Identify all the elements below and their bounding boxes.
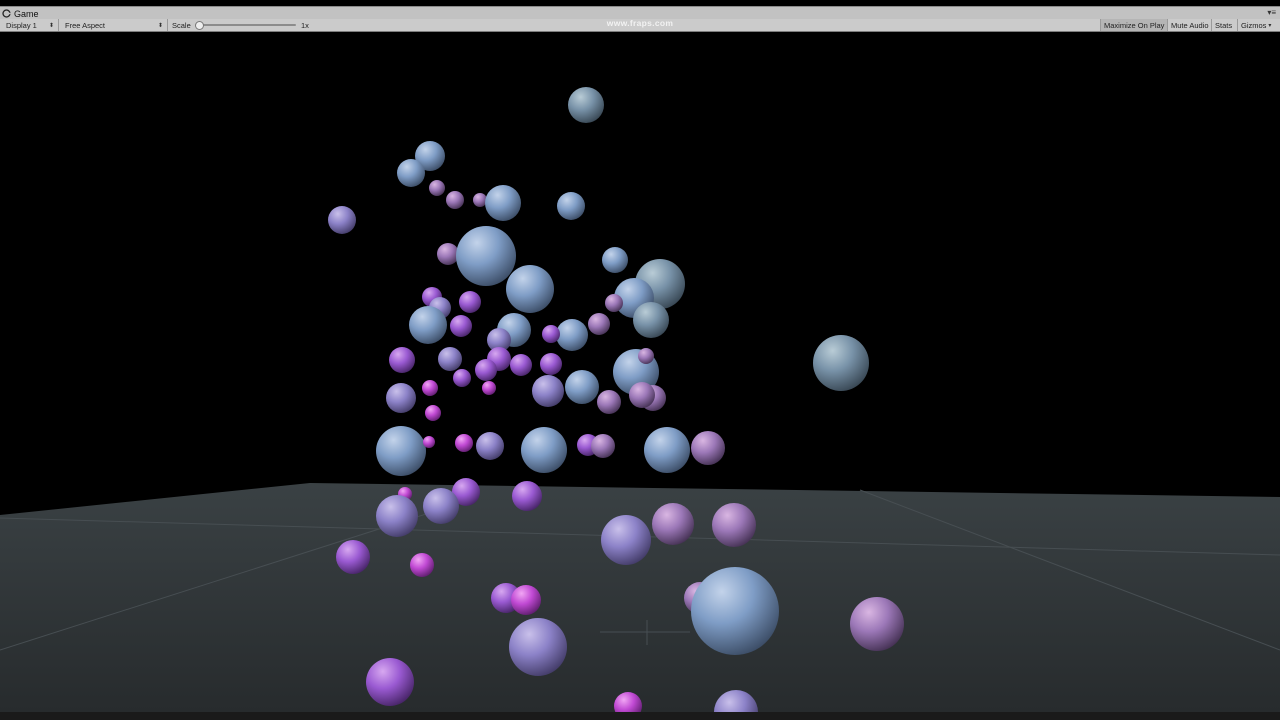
sphere	[712, 503, 756, 547]
window-bottom-border	[0, 712, 1280, 720]
fraps-watermark: www.fraps.com	[606, 18, 674, 28]
sphere	[409, 306, 447, 344]
sphere	[629, 382, 655, 408]
sphere	[450, 315, 472, 337]
sphere	[850, 597, 904, 651]
sphere	[336, 540, 370, 574]
sphere	[459, 291, 481, 313]
scene-render	[0, 87, 1280, 712]
sphere	[605, 294, 623, 312]
sphere	[506, 265, 554, 313]
sphere	[557, 192, 585, 220]
sphere	[542, 325, 560, 343]
sphere	[597, 390, 621, 414]
sphere	[473, 193, 487, 207]
sphere	[425, 405, 441, 421]
sphere	[556, 319, 588, 351]
sphere	[532, 375, 564, 407]
ground-plane	[0, 483, 1280, 712]
sphere	[638, 348, 654, 364]
sphere	[691, 567, 779, 655]
sphere	[813, 335, 869, 391]
sphere	[512, 481, 542, 511]
sphere	[456, 226, 516, 286]
sphere	[644, 427, 690, 473]
sphere	[602, 247, 628, 273]
sphere	[565, 370, 599, 404]
game-controller-icon	[2, 9, 11, 18]
sphere	[366, 658, 414, 706]
sphere	[389, 347, 415, 373]
sphere	[633, 302, 669, 338]
sphere	[568, 87, 604, 123]
sphere	[601, 515, 651, 565]
game-tab-label: Game	[14, 8, 39, 19]
sphere	[453, 369, 471, 387]
sphere	[410, 553, 434, 577]
sphere	[328, 206, 356, 234]
sphere	[475, 359, 497, 381]
window-menu-icon[interactable]: ▾≡	[1267, 8, 1276, 17]
sphere	[540, 353, 562, 375]
sphere	[376, 495, 418, 537]
sphere	[376, 426, 426, 476]
sphere	[446, 191, 464, 209]
sphere	[652, 503, 694, 545]
sphere	[509, 618, 567, 676]
sphere	[423, 488, 459, 524]
sphere	[511, 585, 541, 615]
sphere	[691, 431, 725, 465]
game-viewport[interactable]	[0, 32, 1280, 712]
sphere	[437, 243, 459, 265]
sphere	[521, 427, 567, 473]
sphere	[386, 383, 416, 413]
sphere	[482, 381, 496, 395]
sphere	[588, 313, 610, 335]
sphere	[485, 185, 521, 221]
sphere	[397, 159, 425, 187]
sphere	[510, 354, 532, 376]
sphere	[429, 180, 445, 196]
unity-game-window: Game ▾≡ Display 1 ⬍ Free Aspect ⬍ Scale …	[0, 0, 1280, 720]
sphere	[591, 434, 615, 458]
sphere	[476, 432, 504, 460]
sphere	[438, 347, 462, 371]
sphere	[455, 434, 473, 452]
sphere	[423, 436, 435, 448]
sphere	[422, 380, 438, 396]
